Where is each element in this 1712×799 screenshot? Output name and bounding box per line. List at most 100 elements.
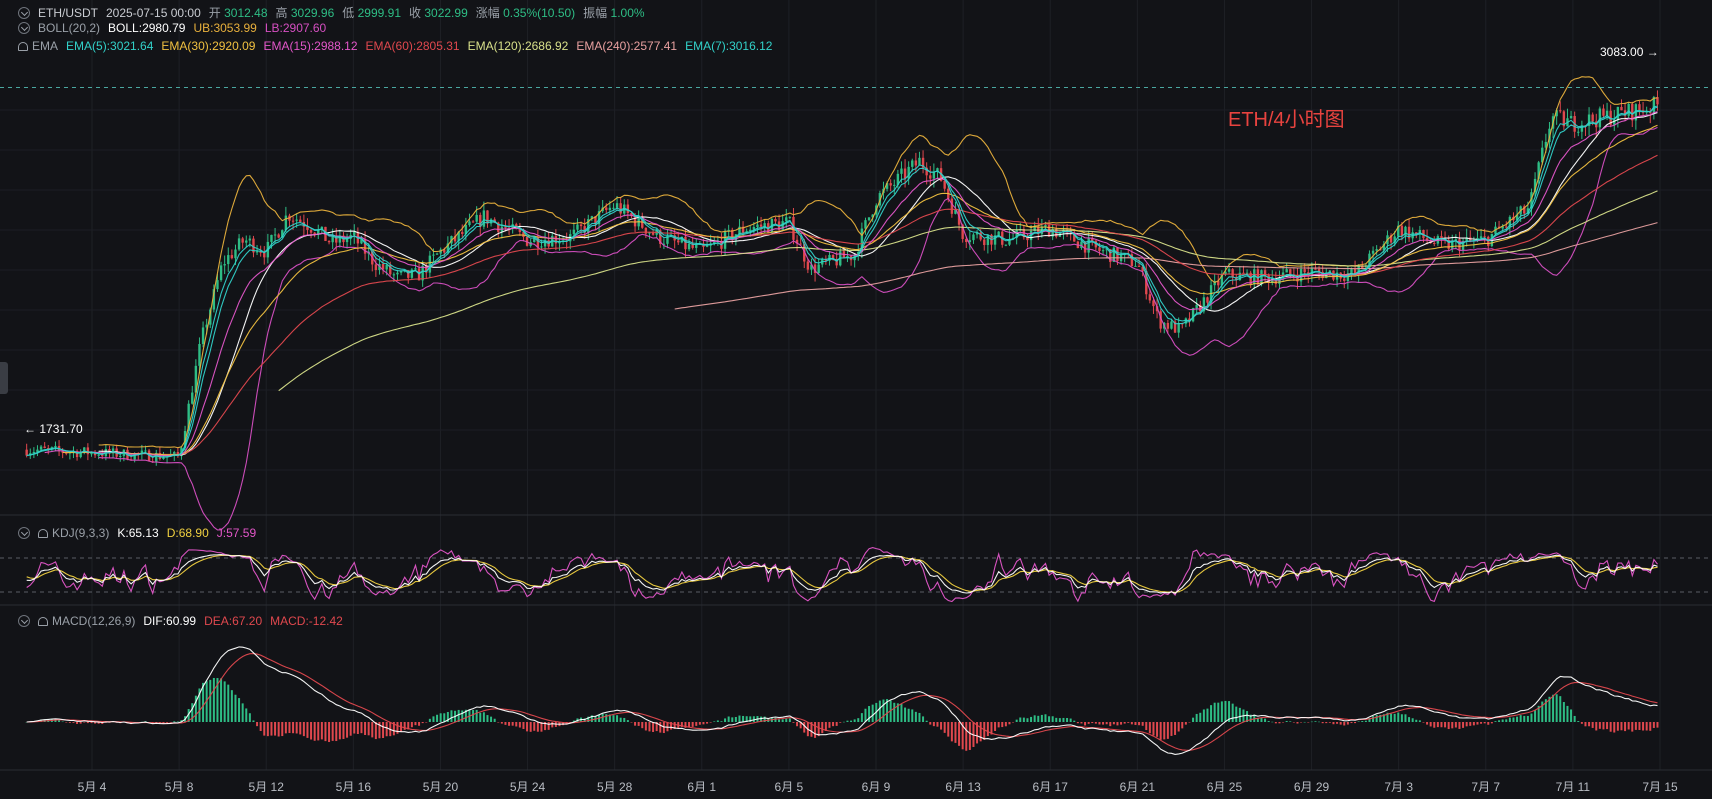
macd-histogram-bar: [169, 722, 172, 723]
macd-histogram-bar: [929, 722, 932, 725]
macd-histogram-bar: [1588, 722, 1591, 727]
chart-canvas[interactable]: [0, 0, 1712, 799]
x-tick-label: 5月 20: [422, 780, 459, 794]
macd-histogram-bar: [234, 694, 237, 722]
macd-histogram-bar: [1523, 715, 1526, 722]
candle-body: [1458, 239, 1461, 251]
macd-histogram-bar: [522, 722, 525, 730]
ema15-line: [44, 111, 1658, 457]
macd-histogram-bar: [274, 722, 277, 736]
macd-histogram-bar: [619, 717, 622, 722]
macd-histogram-bar: [871, 704, 874, 722]
candle-body: [1231, 269, 1234, 278]
candle-body: [644, 227, 648, 234]
macd-histogram-bar: [616, 715, 619, 722]
candle-body: [608, 207, 612, 211]
macd-histogram-bar: [1555, 694, 1558, 722]
macd-histogram-bar: [828, 722, 831, 728]
macd-histogram-bar: [1282, 722, 1285, 723]
macd-histogram-bar: [1606, 722, 1609, 730]
macd-histogram-bar: [486, 715, 489, 722]
macd-dea-value: DEA:67.20: [204, 614, 263, 628]
macd-histogram-bar: [245, 708, 248, 722]
macd-histogram-bar: [702, 722, 705, 725]
macd-histogram-bar: [68, 722, 71, 723]
macd-hist-value: MACD:-12.42: [270, 614, 343, 628]
candle-body: [385, 265, 388, 270]
macd-histogram-bar: [1001, 722, 1004, 728]
macd-legend: MACD(12,26,9) DIF:60.99 DEA:67.20 MACD:-…: [18, 614, 343, 628]
chevron-down-icon[interactable]: [18, 6, 30, 19]
candle-body: [889, 183, 892, 186]
macd-histogram-bar: [1408, 717, 1411, 722]
macd-histogram-bar: [634, 722, 637, 726]
kdj-j-line: [26, 547, 1658, 603]
candle-body: [227, 255, 230, 265]
macd-histogram-bar: [644, 722, 647, 731]
macd-histogram-bar: [1217, 702, 1220, 722]
macd-histogram-bar: [374, 722, 377, 740]
macd-histogram-bar: [1004, 722, 1007, 727]
macd-histogram-bar: [1012, 722, 1015, 723]
open-label: 开: [208, 6, 221, 20]
macd-histogram-bar: [320, 722, 323, 740]
candle-body: [677, 240, 680, 243]
macd-histogram-bar: [1199, 712, 1202, 722]
candle-body: [468, 221, 471, 226]
bell-icon[interactable]: [38, 528, 48, 538]
macd-histogram-bar: [914, 711, 917, 722]
x-tick-label: 7月 7: [1471, 780, 1501, 794]
macd-histogram-bar: [1552, 694, 1555, 722]
macd-histogram-bar: [1631, 722, 1634, 732]
macd-histogram-bar: [1152, 722, 1155, 736]
panel-resize-handle[interactable]: [0, 362, 8, 394]
macd-histogram-bar: [277, 722, 280, 737]
macd-histogram-bar: [1609, 722, 1612, 732]
candle-body: [1375, 249, 1378, 251]
macd-histogram-bar: [792, 722, 795, 723]
candle-body: [277, 234, 280, 238]
macd-histogram-bar: [1105, 722, 1108, 725]
candle-body: [867, 217, 871, 221]
macd-histogram-bar: [1116, 722, 1119, 726]
macd-histogram-bar: [335, 722, 338, 742]
chevron-down-icon[interactable]: [18, 22, 30, 34]
macd-histogram-bar: [90, 722, 93, 724]
macd-histogram-bar: [1030, 716, 1033, 722]
macd-dea-line: [26, 653, 1658, 751]
ema7-value: EMA(7):3016.12: [685, 39, 773, 53]
macd-histogram-bar: [1652, 722, 1655, 728]
macd-histogram-bar: [1055, 717, 1058, 722]
macd-histogram-bar: [1573, 715, 1576, 722]
chevron-down-icon[interactable]: [18, 615, 30, 627]
macd-histogram-bar: [1328, 722, 1331, 723]
macd-histogram-bar: [1192, 717, 1195, 722]
macd-histogram-bar: [1372, 716, 1375, 722]
macd-histogram-bar: [1188, 722, 1191, 723]
macd-histogram-bar: [940, 722, 943, 730]
macd-histogram-bar: [436, 714, 439, 722]
bell-icon[interactable]: [38, 616, 48, 626]
macd-histogram-bar: [1490, 722, 1493, 724]
kdj-panel: [0, 547, 1712, 603]
kdj-k-line: [26, 554, 1658, 594]
candle-body: [1289, 269, 1292, 275]
bell-icon[interactable]: [18, 41, 28, 51]
chart-title-annotation: ETH/4小时图: [1228, 109, 1345, 131]
macd-histogram-bar: [774, 717, 777, 722]
macd-histogram-bar: [511, 722, 514, 726]
macd-histogram-bar: [1602, 722, 1605, 730]
chevron-down-icon[interactable]: [18, 527, 30, 539]
candle-body: [1080, 241, 1083, 249]
macd-histogram-bar: [1411, 718, 1414, 722]
x-tick-label: 6月 1: [687, 780, 717, 794]
candle-body: [1245, 272, 1249, 274]
candle-body: [39, 446, 43, 450]
macd-histogram-bar: [551, 722, 554, 728]
candle-body: [1559, 110, 1562, 112]
macd-histogram-bar: [1624, 722, 1627, 732]
macd-histogram-bar: [1393, 713, 1396, 722]
macd-histogram-bar: [1469, 722, 1472, 726]
macd-histogram-bar: [493, 718, 496, 722]
candle-body: [1598, 108, 1602, 128]
